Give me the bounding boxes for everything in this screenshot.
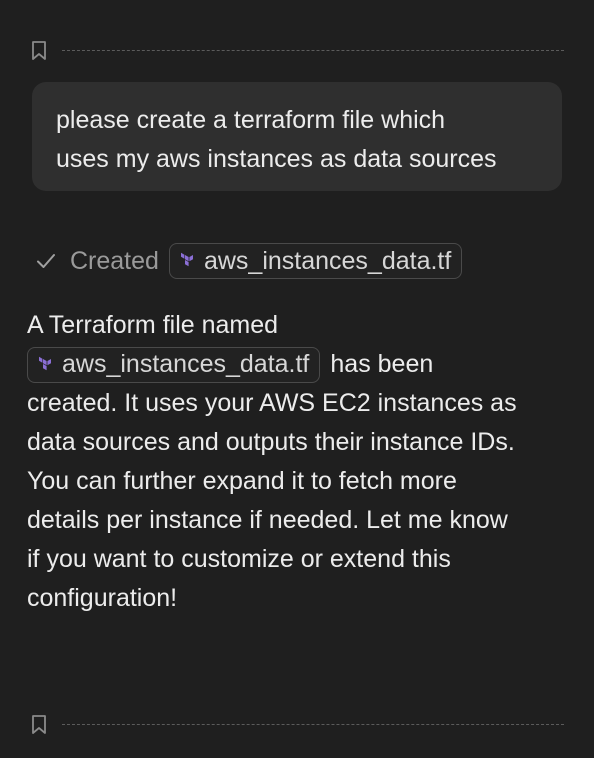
file-chip-created[interactable]: aws_instances_data.tf (168, 243, 463, 279)
reply-line-2-text: has been (330, 350, 434, 378)
reply-line-3: created. It uses your AWS EC2 instances … (27, 389, 517, 417)
terraform-icon (178, 251, 198, 271)
tool-status-label: Created (70, 246, 159, 275)
reply-line-2: aws_instances_data.tf has been (27, 345, 572, 384)
reply-line-1: A Terraform file named (27, 311, 279, 339)
message-divider-bottom (30, 712, 564, 736)
file-chip-inline[interactable]: aws_instances_data.tf (27, 346, 321, 383)
user-message-bubble: please create a terraform file which use… (32, 82, 562, 191)
file-chip-name: aws_instances_data.tf (62, 350, 310, 378)
reply-line-6: details per instance if needed. Let me k… (27, 506, 508, 534)
terraform-icon (36, 355, 56, 375)
reply-line-4: data sources and outputs their instance … (27, 428, 515, 456)
message-divider-top (30, 38, 564, 62)
user-message-line-2: uses my aws instances as data sources (56, 145, 497, 173)
dashed-separator (62, 723, 564, 725)
user-message-line-1: please create a terraform file which (56, 106, 446, 134)
bookmark-icon[interactable] (30, 39, 48, 61)
reply-line-8: configuration! (27, 584, 178, 612)
file-chip-name: aws_instances_data.tf (203, 246, 452, 275)
assistant-reply: A Terraform file named aws_instances_dat… (27, 306, 572, 618)
check-icon (34, 249, 58, 273)
dashed-separator (62, 49, 564, 51)
tool-status-row: Created aws_instances_data.tf (34, 243, 463, 279)
reply-line-5: You can further expand it to fetch more (27, 467, 457, 495)
reply-line-7: if you want to customize or extend this (27, 545, 451, 573)
bookmark-icon[interactable] (30, 713, 48, 735)
